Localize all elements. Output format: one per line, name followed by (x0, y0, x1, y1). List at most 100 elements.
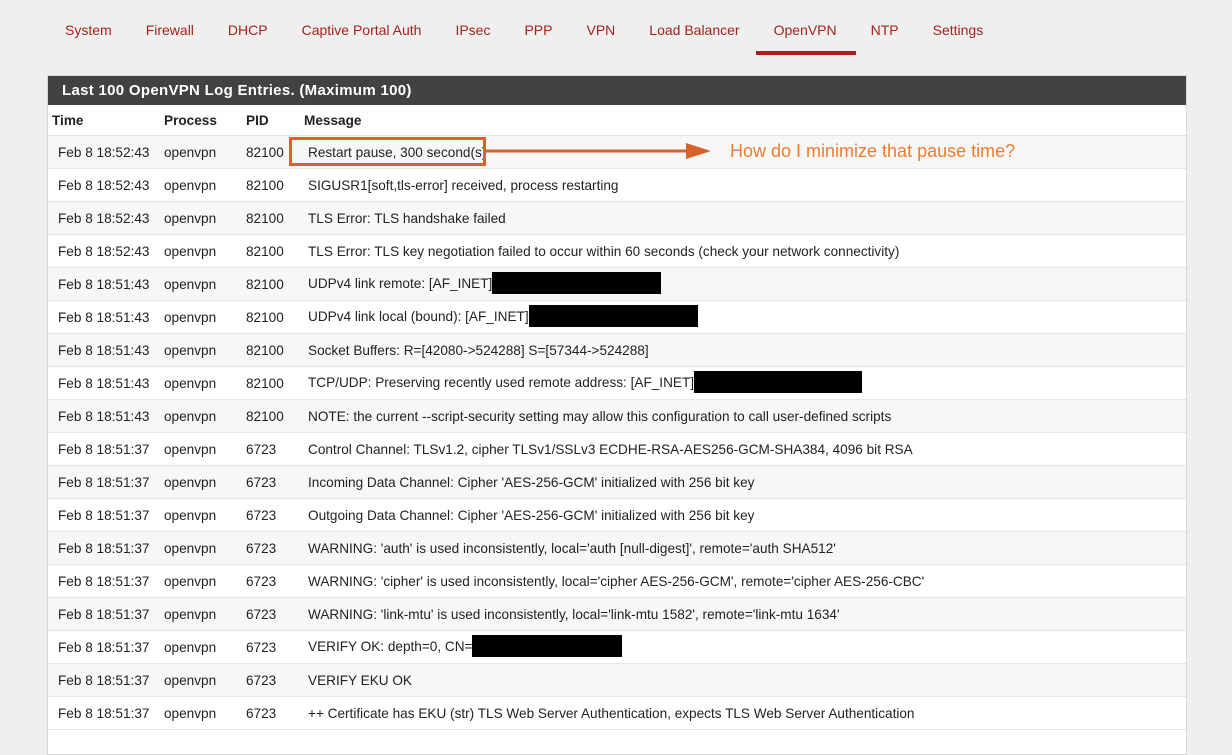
log-pid-cell: 82100 (246, 201, 304, 235)
tab-load-balancer[interactable]: Load Balancer (649, 0, 739, 38)
log-process-cell: openvpn (164, 399, 246, 433)
tab-vpn[interactable]: VPN (586, 0, 615, 38)
log-pid-cell: 82100 (246, 300, 304, 334)
table-row: Feb 8 18:51:37 openvpn 6723 Control Channel… (48, 432, 1186, 466)
log-pid-cell: 6723 (246, 531, 304, 565)
log-process-text: openvpn (164, 573, 217, 589)
log-time-cell: Feb 8 18:51:43 (48, 333, 164, 367)
tab-settings[interactable]: Settings (933, 0, 984, 38)
log-time-cell: Feb 8 18:51:37 (48, 663, 164, 697)
log-pid-text: 6723 (246, 672, 277, 688)
tab-ntp[interactable]: NTP (871, 0, 899, 38)
table-row: Feb 8 18:51:43 openvpn 82100 UDPv4 link rem… (48, 267, 1186, 301)
table-row: Feb 8 18:52:43 openvpn 82100 TLS Error: TLS… (48, 201, 1186, 235)
log-message-cell: Incoming Data Channel: Cipher 'AES-256-G… (304, 465, 1186, 499)
log-pid-text: 6723 (246, 540, 277, 556)
log-message-text: NOTE: the current --script-security sett… (308, 408, 892, 424)
log-pid-cell: 6723 (246, 663, 304, 697)
log-pid-text: 6723 (246, 606, 277, 622)
table-row: Feb 8 18:51:43 openvpn 82100 NOTE: the curr… (48, 399, 1186, 433)
redacted-address-block (472, 634, 623, 657)
tab-system[interactable]: System (65, 0, 112, 38)
log-time-cell: Feb 8 18:51:37 (48, 564, 164, 598)
log-message-cell: WARNING: 'cipher' is used inconsistently… (304, 564, 1186, 598)
log-message-text: Incoming Data Channel: Cipher 'AES-256-G… (308, 474, 755, 490)
log-time-text: Feb 8 18:51:43 (58, 342, 150, 358)
log-time-cell: Feb 8 18:52:43 (48, 201, 164, 235)
redacted-address-block (694, 370, 863, 393)
log-process-cell: openvpn (164, 432, 246, 466)
log-process-text: openvpn (164, 177, 217, 193)
log-panel: Last 100 OpenVPN Log Entries. (Maximum 1… (47, 75, 1187, 755)
log-time-text: Feb 8 18:51:37 (58, 441, 150, 457)
log-message-cell: NOTE: the current --script-security sett… (304, 399, 1186, 433)
log-process-cell: openvpn (164, 366, 246, 400)
log-time-cell: Feb 8 18:51:37 (48, 465, 164, 499)
log-message-cell: UDPv4 link remote: [AF_INET] (304, 267, 1186, 301)
log-pid-cell: 82100 (246, 366, 304, 400)
log-process-cell: openvpn (164, 267, 246, 301)
tab-captive-portal-auth[interactable]: Captive Portal Auth (302, 0, 422, 38)
log-time-cell: Feb 8 18:51:37 (48, 531, 164, 565)
table-row: Feb 8 18:51:43 openvpn 82100 Socket Buffers… (48, 333, 1186, 367)
log-message-text: TCP/UDP: Preserving recently used remote… (308, 374, 695, 390)
log-message-cell: Control Channel: TLSv1.2, cipher TLSv1/S… (304, 432, 1186, 466)
log-time-cell: Feb 8 18:51:43 (48, 300, 164, 334)
tab-ppp[interactable]: PPP (524, 0, 552, 38)
table-row: Feb 8 18:52:43 openvpn 82100 SIGUSR1[soft,t… (48, 168, 1186, 202)
log-process-text: openvpn (164, 606, 217, 622)
log-pid-text: 6723 (246, 507, 277, 523)
log-time-cell: Feb 8 18:51:43 (48, 267, 164, 301)
log-message-cell: TLS Error: TLS handshake failed (304, 201, 1186, 235)
redacted-address-block (528, 304, 698, 327)
tab-ipsec[interactable]: IPsec (455, 0, 490, 38)
table-header-row: Time Process PID Message (48, 105, 1186, 136)
log-message-text: UDPv4 link remote: [AF_INET] (308, 275, 493, 291)
log-message-cell: VERIFY EKU OK (304, 663, 1186, 697)
log-message-text: Outgoing Data Channel: Cipher 'AES-256-G… (308, 507, 755, 523)
log-time-text: Feb 8 18:51:37 (58, 672, 150, 688)
log-message-cell: WARNING: 'auth' is used inconsistently, … (304, 531, 1186, 565)
log-process-cell: openvpn (164, 564, 246, 598)
table-row: Feb 8 18:52:43 openvpn 82100 Restart pause,… (48, 135, 1186, 169)
table-row: Feb 8 18:51:37 openvpn 6723 Incoming Data C… (48, 465, 1186, 499)
log-pid-text: 82100 (246, 309, 284, 325)
log-process-text: openvpn (164, 210, 217, 226)
log-process-text: openvpn (164, 408, 217, 424)
log-pid-text: 6723 (246, 639, 277, 655)
log-time-cell: Feb 8 18:52:43 (48, 234, 164, 268)
log-process-cell: openvpn (164, 498, 246, 532)
log-pid-text: 82100 (246, 144, 284, 160)
log-time-cell: Feb 8 18:51:37 (48, 597, 164, 631)
log-message-text: TLS Error: TLS key negotiation failed to… (308, 243, 900, 259)
tab-openvpn[interactable]: OpenVPN (755, 0, 856, 55)
table-row: Feb 8 18:51:37 openvpn 6723 VERIFY OK: dept… (48, 630, 1186, 664)
log-message-text: Socket Buffers: R=[42080->524288] S=[573… (308, 342, 649, 358)
log-message-cell: Socket Buffers: R=[42080->524288] S=[573… (304, 333, 1186, 367)
log-process-text: openvpn (164, 441, 217, 457)
tab-firewall[interactable]: Firewall (146, 0, 194, 38)
log-time-cell: Feb 8 18:52:43 (48, 168, 164, 202)
log-time-text: Feb 8 18:52:43 (58, 144, 150, 160)
log-message-text: WARNING: 'cipher' is used inconsistently… (308, 573, 925, 589)
log-process-text: openvpn (164, 342, 217, 358)
log-pid-cell: 82100 (246, 135, 304, 169)
log-message-cell: VERIFY OK: depth=0, CN= (304, 630, 1186, 664)
log-pid-text: 6723 (246, 573, 277, 589)
log-process-text: openvpn (164, 144, 217, 160)
log-pid-text: 82100 (246, 375, 284, 391)
log-table-body: Feb 8 18:52:43 openvpn 82100 Restart pause,… (48, 135, 1186, 730)
log-time-text: Feb 8 18:51:43 (58, 276, 150, 292)
log-pid-cell: 82100 (246, 168, 304, 202)
table-row: Feb 8 18:51:37 openvpn 6723 WARNING: 'ciphe… (48, 564, 1186, 598)
log-process-cell: openvpn (164, 630, 246, 664)
log-pid-text: 6723 (246, 441, 277, 457)
log-process-cell: openvpn (164, 201, 246, 235)
log-time-text: Feb 8 18:52:43 (58, 243, 150, 259)
log-process-cell: openvpn (164, 597, 246, 631)
tab-dhcp[interactable]: DHCP (228, 0, 268, 38)
log-message-text: ++ Certificate has EKU (str) TLS Web Ser… (308, 705, 915, 721)
column-header-time: Time (48, 105, 164, 136)
log-pid-text: 82100 (246, 408, 284, 424)
log-time-cell: Feb 8 18:51:37 (48, 696, 164, 730)
